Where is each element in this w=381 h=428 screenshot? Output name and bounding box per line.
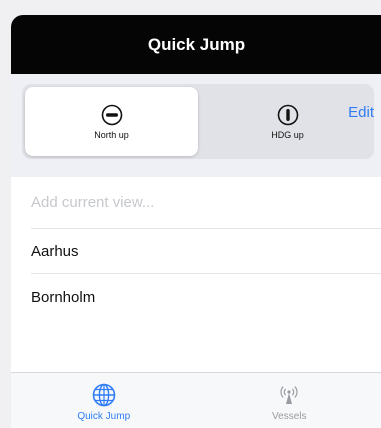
add-current-view-label: Add current view... bbox=[31, 194, 155, 211]
list-item[interactable]: Bornholm bbox=[31, 274, 381, 320]
globe-icon bbox=[92, 383, 116, 407]
page-title: Quick Jump bbox=[147, 34, 246, 54]
quick-jump-panel: Quick Jump North up HDG up Edit Add curr… bbox=[11, 15, 381, 428]
tab-quick-jump[interactable]: Quick Jump bbox=[11, 373, 197, 428]
tab-bar: Quick Jump Vessels bbox=[11, 372, 381, 428]
orientation-area: North up HDG up bbox=[11, 74, 381, 177]
add-current-view-item[interactable]: Add current view... bbox=[31, 177, 381, 229]
segment-north-up-label: North up bbox=[94, 129, 129, 140]
list-item[interactable]: Aarhus bbox=[31, 229, 381, 274]
segment-hdg-up-label: HDG up bbox=[271, 129, 304, 140]
title-bar: Quick Jump bbox=[11, 15, 381, 74]
edit-button[interactable]: Edit bbox=[348, 104, 374, 121]
tab-vessels[interactable]: Vessels bbox=[197, 373, 381, 428]
tab-vessels-label: Vessels bbox=[272, 411, 307, 422]
compass-heading-icon bbox=[277, 104, 298, 125]
segment-hdg-up[interactable]: HDG up bbox=[201, 84, 374, 159]
antenna-icon bbox=[280, 386, 298, 404]
segment-north-up[interactable]: North up bbox=[25, 87, 198, 156]
quick-jump-list: Add current view... Aarhus Bornholm bbox=[11, 177, 381, 320]
list-item-label: Bornholm bbox=[31, 288, 96, 306]
tab-quick-jump-label: Quick Jump bbox=[77, 411, 131, 422]
orientation-segmented-control: North up HDG up bbox=[22, 84, 374, 159]
compass-north-icon bbox=[101, 104, 122, 125]
list-item-label: Aarhus bbox=[31, 242, 79, 260]
